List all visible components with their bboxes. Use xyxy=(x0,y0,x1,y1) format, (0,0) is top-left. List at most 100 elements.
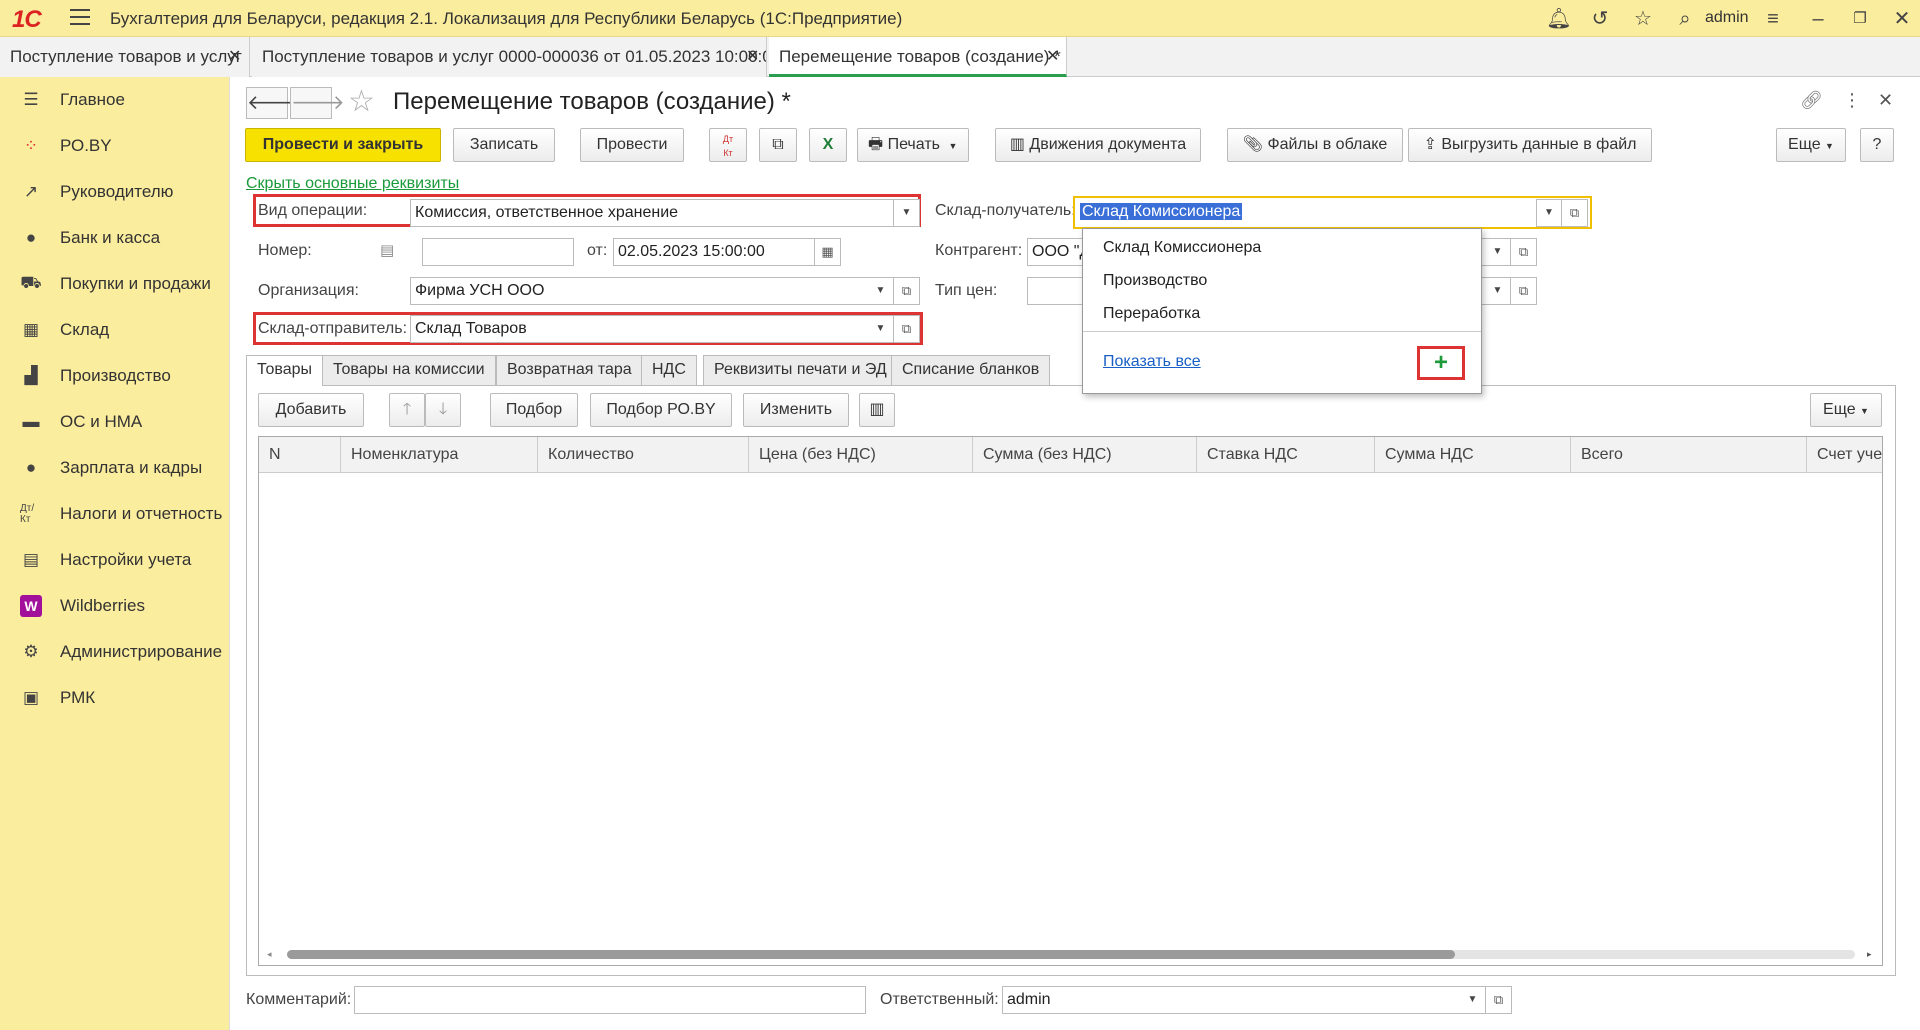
tab-commission-goods[interactable]: Товары на комиссии xyxy=(322,355,496,385)
barcode-icon[interactable]: ▥ xyxy=(859,393,895,427)
bell-icon[interactable]: 🔔︎ xyxy=(1546,6,1572,32)
chevron-down-icon[interactable]: ▼ xyxy=(1460,986,1486,1014)
calendar-icon[interactable]: ▦ xyxy=(815,238,841,266)
notes-icon[interactable]: ▤ xyxy=(380,241,394,259)
move-up-icon[interactable]: 🡑 xyxy=(389,393,425,427)
more-button[interactable]: Еще ▼ xyxy=(1776,128,1846,162)
sidebar-item-main[interactable]: ☰ Главное xyxy=(0,77,230,123)
chevron-down-icon[interactable]: ▼ xyxy=(894,199,920,227)
tab-returnable-packaging[interactable]: Возвратная тара xyxy=(496,355,643,385)
sidebar-item-taxes[interactable]: Дт/Кт Налоги и отчетность xyxy=(0,491,230,537)
goods-table[interactable]: N Номенклатура Количество Цена (без НДС)… xyxy=(258,436,1883,966)
dropdown-item[interactable]: Производство xyxy=(1103,272,1207,290)
scroll-left-icon[interactable]: ◂ xyxy=(267,949,272,960)
responsible-field[interactable]: admin xyxy=(1002,986,1462,1014)
user-name[interactable]: admin xyxy=(1705,9,1749,27)
dropdown-item[interactable]: Переработка xyxy=(1103,305,1200,323)
dropdown-item[interactable]: Склад Комиссионера xyxy=(1103,239,1261,257)
sidebar-item-wildberries[interactable]: W Wildberries xyxy=(0,583,230,629)
sidebar-item-fixed-assets[interactable]: ▬ ОС и НМА xyxy=(0,399,230,445)
post-and-close-button[interactable]: Провести и закрыть xyxy=(245,128,441,162)
comment-field[interactable] xyxy=(354,986,866,1014)
search-icon[interactable]: ⌕ xyxy=(1672,6,1698,32)
horizontal-scrollbar[interactable] xyxy=(287,950,1855,959)
sidebar-item-accounting-settings[interactable]: ▤ Настройки учета xyxy=(0,537,230,583)
scrollbar-thumb[interactable] xyxy=(287,950,1455,959)
close-tab-icon[interactable]: ✕ xyxy=(746,37,759,77)
app-logo[interactable]: 1С xyxy=(12,6,42,34)
chevron-down-icon[interactable]: ▼ xyxy=(868,277,894,305)
tab-print-details[interactable]: Реквизиты печати и ЭД xyxy=(703,355,898,385)
show-all-link[interactable]: Показать все xyxy=(1103,353,1201,371)
open-icon[interactable]: ⧉ xyxy=(1511,277,1537,305)
organization-field[interactable]: Фирма УСН ООО xyxy=(410,277,870,305)
pick-ro-button[interactable]: Подбор РО.BY xyxy=(590,393,732,427)
settings-lines-icon[interactable]: ≡ xyxy=(1760,6,1786,32)
sidebar-item-administration[interactable]: ⚙ Администрирование xyxy=(0,629,230,675)
tab-receipt-document[interactable]: Поступление товаров и услуг 0000-000036 … xyxy=(252,37,767,77)
post-button[interactable]: Провести xyxy=(580,128,684,162)
column-header[interactable]: Счет уче xyxy=(1807,437,1882,473)
column-header[interactable]: Количество xyxy=(538,437,749,473)
document-movements-button[interactable]: ▥ Движения документа xyxy=(995,128,1201,162)
tab-blank-writeoff[interactable]: Списание бланков xyxy=(891,355,1051,385)
sidebar-item-bank[interactable]: ● Банк и касса xyxy=(0,215,230,261)
date-field[interactable]: 02.05.2023 15:00:00 xyxy=(613,238,815,266)
favorite-star-icon[interactable]: ☆ xyxy=(348,84,375,119)
tab-vat[interactable]: НДС xyxy=(641,355,697,385)
sidebar-item-rmk[interactable]: ▣ РМК xyxy=(0,675,230,721)
more-vertical-icon[interactable]: ⋮ xyxy=(1843,90,1861,111)
structure-icon[interactable]: ⧉ xyxy=(759,128,797,162)
open-icon[interactable]: ⧉ xyxy=(1562,199,1588,227)
help-button[interactable]: ? xyxy=(1860,128,1894,162)
restore-icon[interactable]: ❐ xyxy=(1847,6,1873,32)
tab-transfer-create[interactable]: Перемещение товаров (создание) * xyxy=(769,37,1067,77)
chevron-down-icon[interactable]: ▼ xyxy=(1485,277,1511,305)
close-tab-icon[interactable]: ✕ xyxy=(1046,37,1059,77)
sidebar-item-warehouse[interactable]: ▦ Склад xyxy=(0,307,230,353)
sidebar-item-salary[interactable]: ● Зарплата и кадры xyxy=(0,445,230,491)
table-more-button[interactable]: Еще ▼ xyxy=(1810,393,1882,427)
cloud-files-button[interactable]: 📎︎ Файлы в облаке xyxy=(1227,128,1403,162)
star-icon[interactable]: ☆ xyxy=(1630,6,1656,32)
excel-icon[interactable]: X xyxy=(809,128,847,162)
column-header[interactable]: Сумма НДС xyxy=(1375,437,1571,473)
close-window-icon[interactable]: ✕ xyxy=(1889,6,1915,32)
column-header[interactable]: Сумма (без НДС) xyxy=(973,437,1197,473)
column-header[interactable]: Всего xyxy=(1571,437,1807,473)
forward-arrow-icon[interactable]: 🡒 xyxy=(290,87,345,119)
change-button[interactable]: Изменить xyxy=(743,393,849,427)
scroll-right-icon[interactable]: ▸ xyxy=(1867,949,1872,960)
tab-goods[interactable]: Товары xyxy=(246,355,324,386)
column-header[interactable]: Цена (без НДС) xyxy=(749,437,973,473)
add-button[interactable]: Добавить xyxy=(258,393,364,427)
chevron-down-icon[interactable]: ▼ xyxy=(1536,199,1562,227)
column-header[interactable]: N xyxy=(259,437,341,473)
create-new-button[interactable]: + xyxy=(1417,346,1465,380)
print-button[interactable]: 🖶 Печать ▼ xyxy=(857,128,969,162)
history-icon[interactable]: ↺ xyxy=(1587,6,1613,32)
export-data-button[interactable]: ⇪ Выгрузить данные в файл xyxy=(1408,128,1652,162)
column-header[interactable]: Ставка НДС xyxy=(1197,437,1375,473)
pick-button[interactable]: Подбор xyxy=(490,393,578,427)
chevron-down-icon[interactable]: ▼ xyxy=(1485,238,1511,266)
main-menu-icon[interactable] xyxy=(70,9,90,27)
close-form-icon[interactable]: ✕ xyxy=(1878,90,1893,111)
open-icon[interactable]: ⧉ xyxy=(1511,238,1537,266)
hide-main-details-link[interactable]: Скрыть основные реквизиты xyxy=(246,175,459,193)
minimize-icon[interactable]: – xyxy=(1805,6,1831,32)
link-icon[interactable]: 🔗︎ xyxy=(1800,90,1823,111)
close-tab-icon[interactable]: ✕ xyxy=(228,37,241,77)
open-icon[interactable]: ⧉ xyxy=(894,277,920,305)
sidebar-item-manager[interactable]: ↗ Руководителю xyxy=(0,169,230,215)
receiver-warehouse-field[interactable]: Склад Комиссионера xyxy=(1076,199,1536,227)
tab-receipt-list[interactable]: Поступление товаров и услуг xyxy=(0,37,250,77)
move-down-icon[interactable]: 🡓 xyxy=(425,393,461,427)
operation-field[interactable]: Комиссия, ответственное хранение xyxy=(410,199,894,227)
sidebar-item-production[interactable]: ▟ Производство xyxy=(0,353,230,399)
dt-kt-icon[interactable]: Дт Кт xyxy=(709,128,747,162)
open-icon[interactable]: ⧉ xyxy=(1486,986,1512,1014)
sender-warehouse-field[interactable]: Склад Товаров xyxy=(410,315,870,343)
open-icon[interactable]: ⧉ xyxy=(894,315,920,343)
sidebar-item-purchases[interactable]: ⛟ Покупки и продажи xyxy=(0,261,230,307)
